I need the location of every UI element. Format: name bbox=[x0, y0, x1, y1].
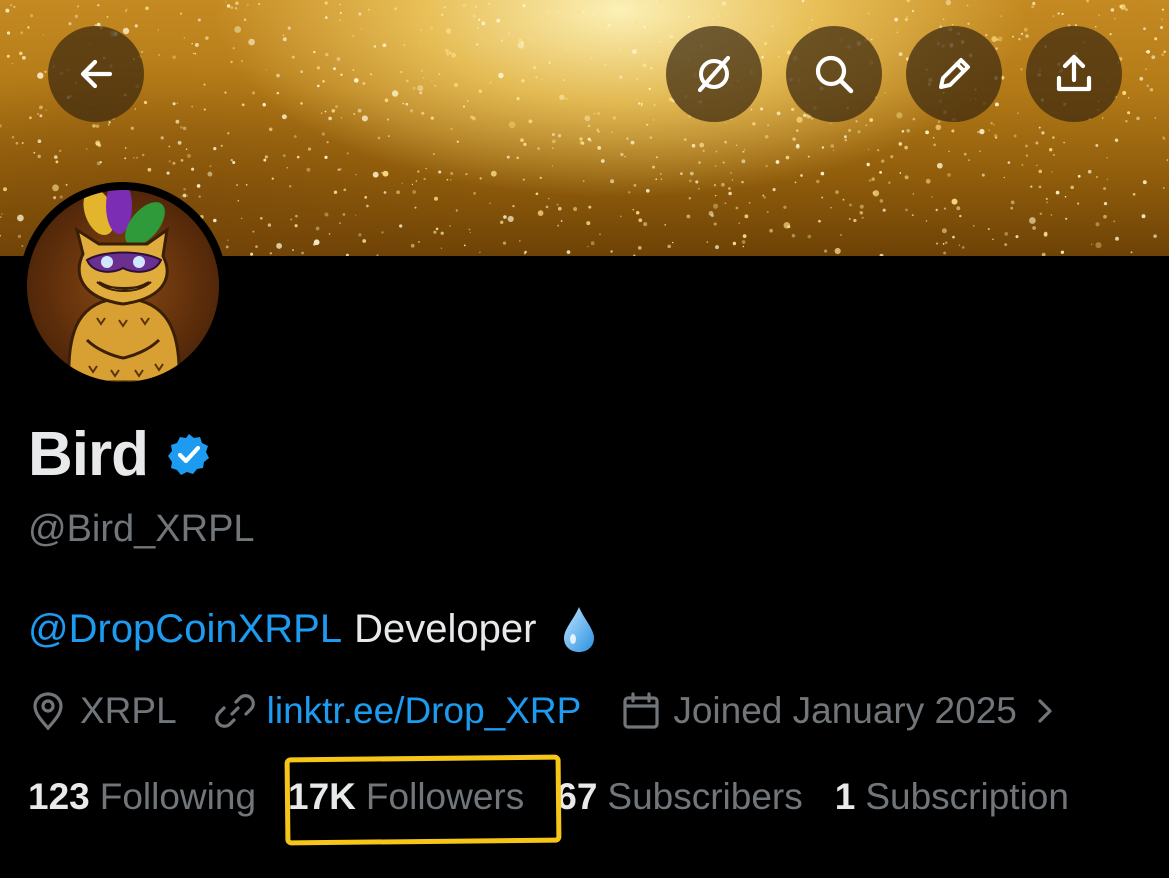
followers-label: Followers bbox=[365, 776, 525, 817]
bio: @DropCoinXRPL Developer bbox=[28, 603, 596, 655]
joined-text: Joined January 2025 bbox=[673, 690, 1017, 731]
following-stat[interactable]: 123 Following bbox=[28, 776, 256, 818]
followers-stat[interactable]: 17K Followers bbox=[288, 776, 524, 818]
profile-meta-row: XRPL linktr.ee/Drop_XRP Joined January 2… bbox=[28, 686, 1055, 736]
joined-item[interactable]: Joined January 2025 bbox=[621, 690, 1055, 732]
arrow-left-icon bbox=[80, 59, 113, 89]
droplet-icon bbox=[564, 607, 595, 652]
display-name: Bird bbox=[28, 420, 149, 489]
share-upload-icon bbox=[1056, 54, 1092, 92]
subscription-stat[interactable]: 1 Subscription bbox=[835, 776, 1069, 818]
subscribers-count: 67 bbox=[556, 776, 598, 817]
bio-mention-link[interactable]: @DropCoinXRPL bbox=[28, 603, 342, 655]
link-icon bbox=[214, 694, 255, 728]
calendar-icon bbox=[623, 692, 659, 729]
location-pin-icon bbox=[33, 692, 63, 731]
website-link[interactable]: linktr.ee/Drop_XRP bbox=[267, 690, 582, 732]
subscription-label: Subscription bbox=[865, 776, 1069, 817]
chevron-right-icon[interactable] bbox=[1035, 696, 1055, 726]
pencil-icon bbox=[939, 58, 970, 89]
followers-count: 17K bbox=[288, 776, 356, 817]
display-name-row: Bird bbox=[28, 418, 212, 492]
subscribers-label: Subscribers bbox=[607, 776, 803, 817]
avatar-cat-illustration bbox=[67, 190, 181, 382]
website-item[interactable]: linktr.ee/Drop_XRP bbox=[214, 690, 582, 732]
bio-text: Developer bbox=[354, 607, 537, 651]
following-count: 123 bbox=[28, 776, 90, 817]
back-button[interactable] bbox=[48, 26, 144, 122]
user-handle: @Bird_XRPL bbox=[28, 508, 255, 550]
subscribers-stat[interactable]: 67 Subscribers bbox=[556, 776, 803, 818]
following-label: Following bbox=[99, 776, 257, 817]
search-icon bbox=[815, 55, 854, 94]
search-button[interactable] bbox=[786, 26, 882, 122]
avatar[interactable] bbox=[27, 190, 219, 382]
share-button[interactable] bbox=[1026, 26, 1122, 122]
profile-stats-row: 123 Following 17K Followers 67 Subscribe… bbox=[28, 772, 1069, 822]
location-text: XRPL bbox=[80, 690, 177, 731]
subscription-count: 1 bbox=[834, 776, 856, 817]
grok-button[interactable] bbox=[666, 26, 762, 122]
edit-button[interactable] bbox=[906, 26, 1002, 122]
verified-badge-icon[interactable] bbox=[166, 432, 212, 478]
grok-slash-icon bbox=[697, 55, 731, 93]
location-item: XRPL bbox=[28, 690, 177, 732]
